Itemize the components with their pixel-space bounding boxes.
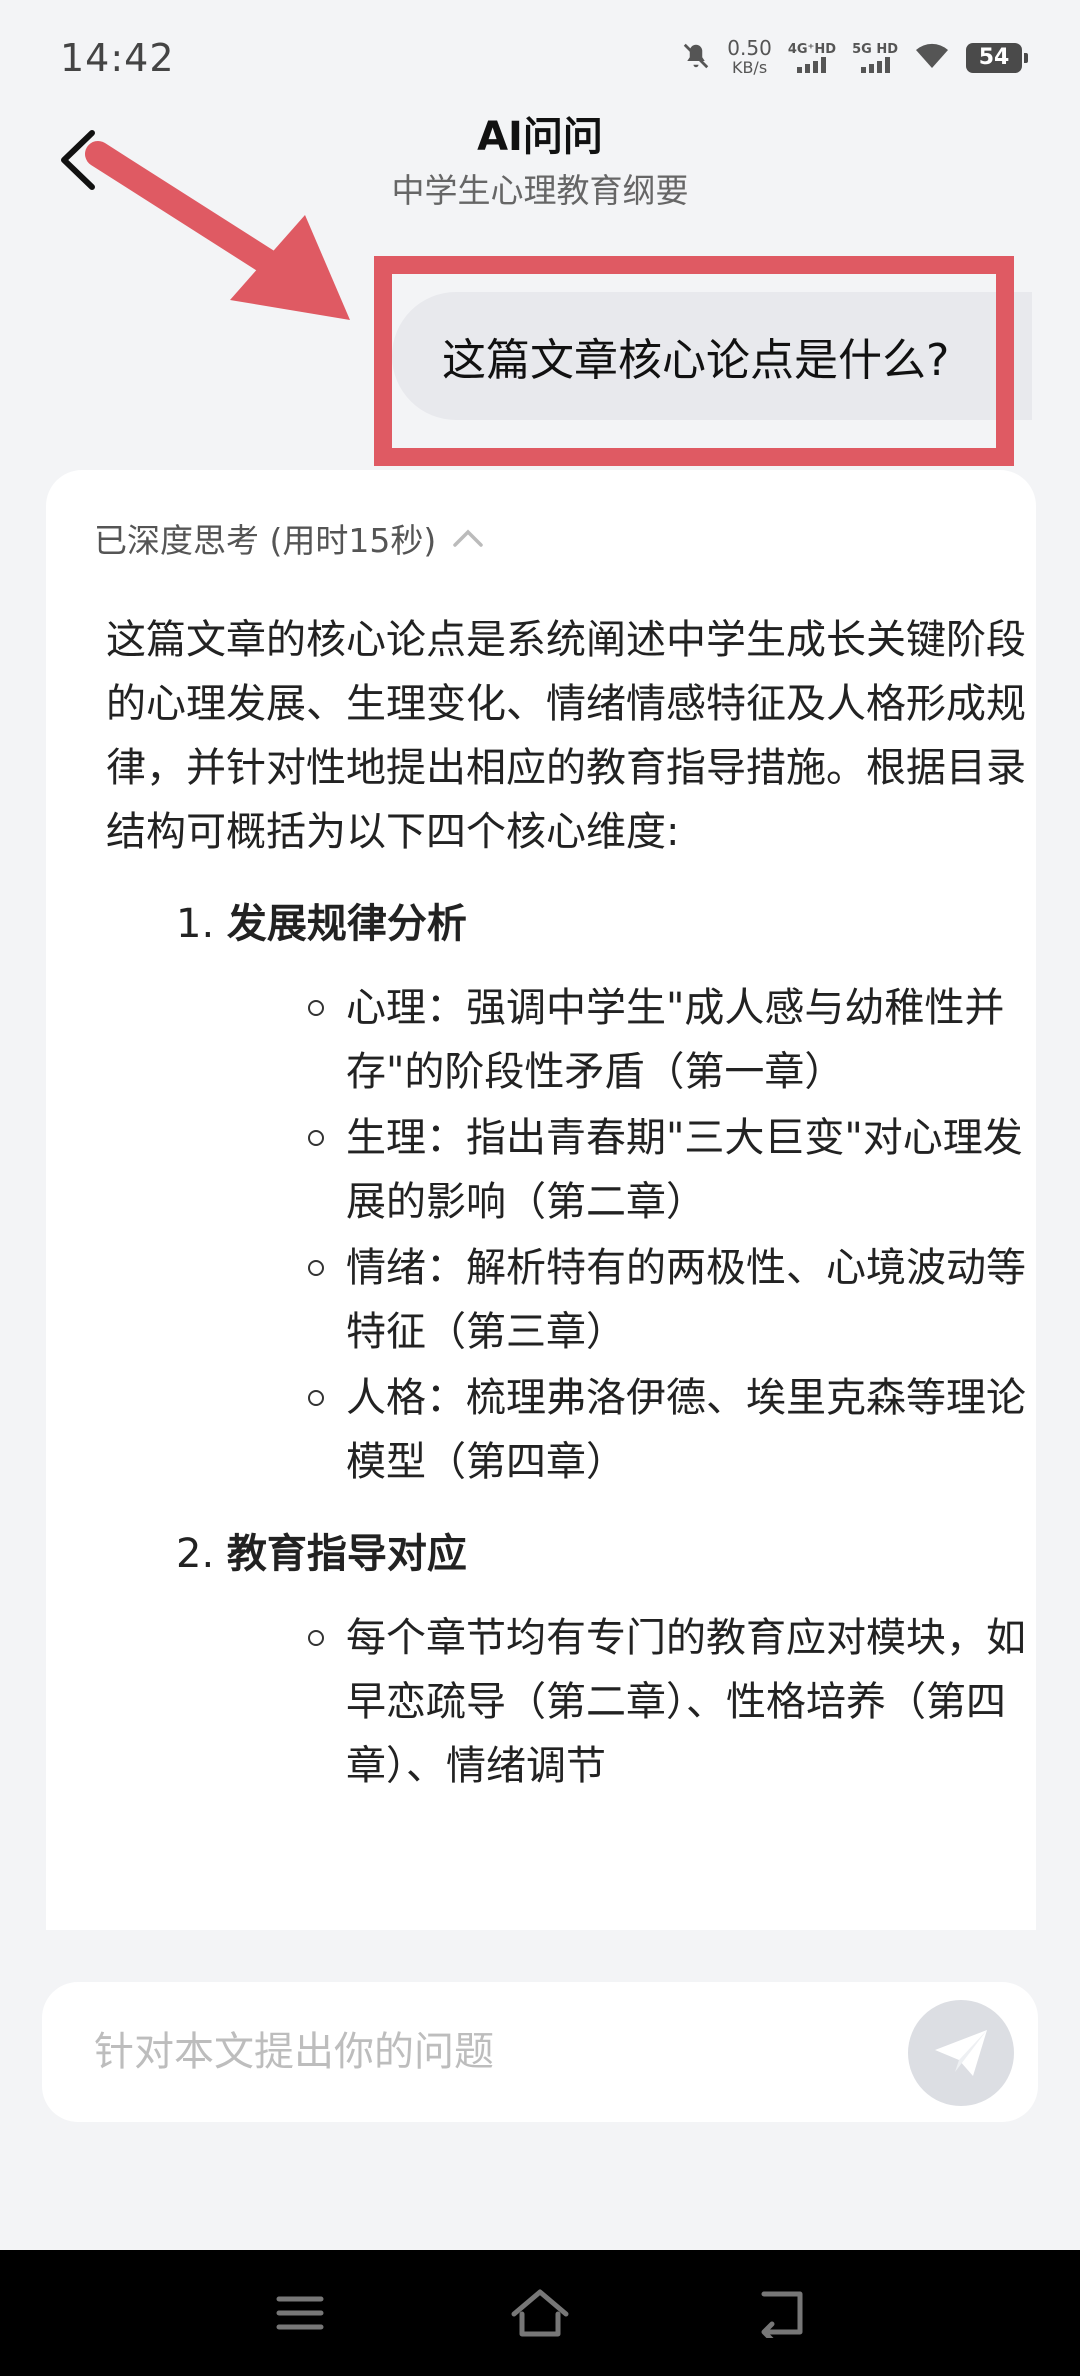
nav-menu-button[interactable] xyxy=(260,2273,340,2353)
section-heading: 教育指导对应 xyxy=(226,1531,467,1577)
menu-icon xyxy=(276,2296,324,2330)
network-speed-value: 0.50 xyxy=(727,35,772,60)
list-item-text: 心理：强调中学生"成人感与幼稚性并存"的阶段性矛盾（第一章） xyxy=(346,985,1005,1095)
list-item: 生理：指出青春期"三大巨变"对心理发展的影响（第二章） xyxy=(106,1106,1026,1234)
nav-home-button[interactable] xyxy=(500,2273,580,2353)
send-button[interactable] xyxy=(908,2000,1014,2106)
status-icons: 0.50 KB/s 4G⁺HD 5G HD 54 xyxy=(681,38,1028,78)
mute-icon xyxy=(681,41,711,75)
answer-body: 这篇文章的核心论点是系统阐述中学生成长关键阶段的心理发展、生理变化、情绪情感特征… xyxy=(106,608,1026,1800)
list-item: 每个章节均有专门的教育应对模块，如早恋疏导（第二章）、性格培养（第四章）、情绪调… xyxy=(106,1606,1026,1798)
bullet-list: 每个章节均有专门的教育应对模块，如早恋疏导（第二章）、性格培养（第四章）、情绪调… xyxy=(106,1606,1026,1798)
signal-bars-icon xyxy=(860,56,890,73)
status-bar: 14:42 0.50 KB/s 4G⁺HD 5G HD 54 xyxy=(0,0,1080,115)
user-message-text: 这篇文章核心论点是什么? xyxy=(442,335,950,386)
section-title: 2. 教育指导对应 xyxy=(106,1522,1026,1586)
system-nav-bar xyxy=(0,2250,1080,2376)
section-heading: 发展规律分析 xyxy=(226,901,467,947)
bullet-circle-icon xyxy=(308,1630,324,1646)
bullet-circle-icon xyxy=(308,1130,324,1146)
annotation-arrow-icon xyxy=(85,141,350,320)
nav-back-button[interactable] xyxy=(740,2273,820,2353)
question-input[interactable] xyxy=(94,2029,874,2075)
bullet-circle-icon xyxy=(308,1260,324,1276)
signal-bars-icon xyxy=(797,56,827,73)
status-time: 14:42 xyxy=(60,35,175,80)
chevron-up-icon xyxy=(453,529,483,547)
list-item-text: 人格：梳理弗洛伊德、埃里克森等理论模型（第四章） xyxy=(346,1375,1026,1485)
list-item-text: 生理：指出青春期"三大巨变"对心理发展的影响（第二章） xyxy=(346,1115,1023,1225)
list-item-text: 每个章节均有专门的教育应对模块，如早恋疏导（第二章）、性格培养（第四章）、情绪调… xyxy=(346,1615,1026,1789)
network-speed: 0.50 KB/s xyxy=(727,38,772,78)
bullet-circle-icon xyxy=(308,1000,324,1016)
wifi-icon xyxy=(914,42,950,74)
answer-card: 已深度思考 (用时15秒) 这篇文章的核心论点是系统阐述中学生成长关键阶段的心理… xyxy=(46,470,1036,1930)
battery-indicator: 54 xyxy=(966,42,1028,73)
list-item-text: 情绪：解析特有的两极性、心境波动等特征（第三章） xyxy=(346,1245,1026,1355)
answer-intro: 这篇文章的核心论点是系统阐述中学生成长关键阶段的心理发展、生理变化、情绪情感特征… xyxy=(106,617,1026,855)
section-title: 1. 发展规律分析 xyxy=(106,892,1026,956)
user-message-bubble: 这篇文章核心论点是什么? xyxy=(392,292,1032,420)
thinking-label: 已深度思考 (用时15秒) xyxy=(94,521,437,560)
sim1-signal: 4G⁺HD xyxy=(787,41,837,73)
section-number: 2. xyxy=(176,1531,215,1577)
send-icon xyxy=(935,2030,987,2076)
sim1-label: 4G⁺HD xyxy=(787,41,837,57)
section-number: 1. xyxy=(176,901,215,947)
question-input-bar xyxy=(42,1982,1038,2122)
list-item: 人格：梳理弗洛伊德、埃里克森等理论模型（第四章） xyxy=(106,1366,1026,1494)
bullet-circle-icon xyxy=(308,1390,324,1406)
sim2-signal: 5G HD xyxy=(852,41,898,73)
thinking-toggle[interactable]: 已深度思考 (用时15秒) xyxy=(94,514,484,562)
back-icon xyxy=(761,2291,803,2338)
bullet-list: 心理：强调中学生"成人感与幼稚性并存"的阶段性矛盾（第一章） 生理：指出青春期"… xyxy=(106,976,1026,1494)
sim2-label: 5G HD xyxy=(852,41,898,57)
network-speed-unit: KB/s xyxy=(731,57,768,77)
list-item: 情绪：解析特有的两极性、心境波动等特征（第三章） xyxy=(106,1236,1026,1364)
list-item: 心理：强调中学生"成人感与幼稚性并存"的阶段性矛盾（第一章） xyxy=(106,976,1026,1104)
home-icon xyxy=(511,2289,569,2337)
